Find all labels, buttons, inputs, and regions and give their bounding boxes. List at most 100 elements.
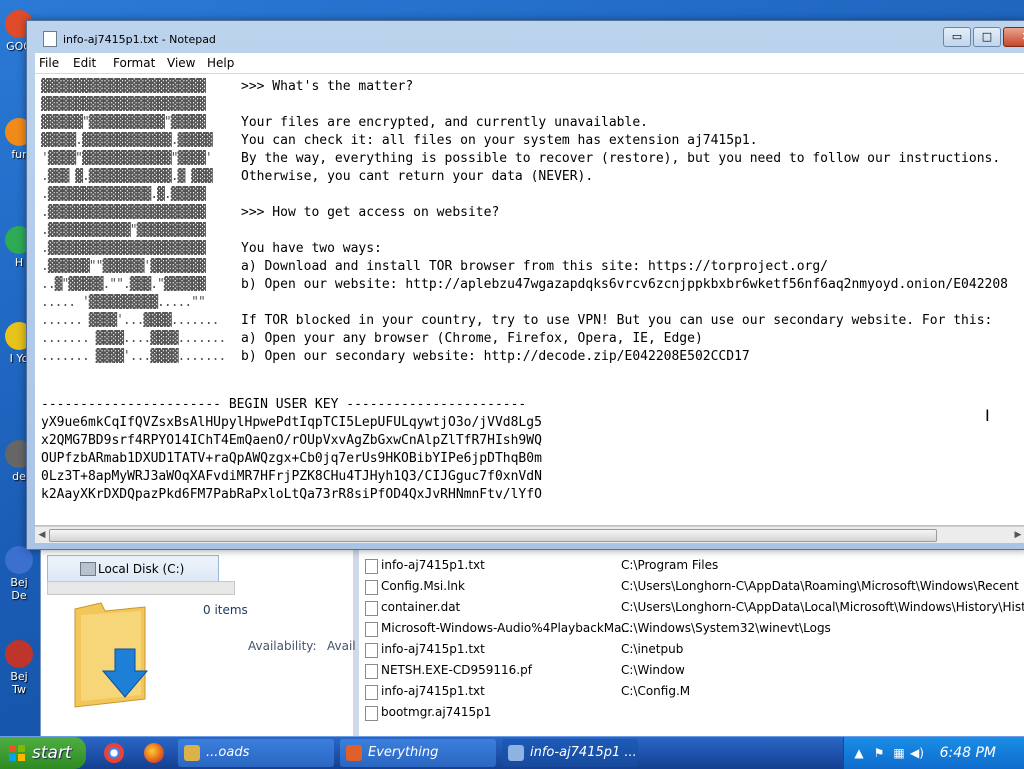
file-path: C:\Windows\System32\winevt\Logs (621, 621, 831, 635)
ransom-note-text: a) Open your any browser (Chrome, Firefo… (241, 331, 703, 346)
ascii-art-fragment: .▓▓▓▓▓▓▓▓▓▓▓▓"▓▓▓▓▓▓▓▓▓▓ (41, 223, 206, 238)
text-line: ..... '▓▓▓▓▓▓▓▓▓▓....."" (41, 294, 206, 312)
file-row[interactable]: info-aj7415p1.txt C:\Config.M (359, 681, 1024, 702)
user-key-line: 0Lz3T+8apMyWRJ3aWOqXAFvdiMR7HFrjPZK8CHu4… (41, 469, 542, 484)
ascii-art-fragment: '▓▓▓▓"▓▓▓▓▓▓▓▓▓▓▓▓▓"▓▓▓▓' (41, 151, 213, 166)
download-folder-icon (74, 602, 149, 708)
ascii-art-fragment: ....... ▓▓▓▓'...▓▓▓▓....... (41, 349, 226, 364)
start-button[interactable]: start (0, 737, 86, 769)
nav-scrollbar[interactable] (47, 581, 235, 595)
user-key-line: k2AayXKrDXDQpazPkd6FM7PabRaPxloLtQa73rR8… (41, 487, 542, 502)
ascii-art-fragment: ▓▓▓▓▓▓"▓▓▓▓▓▓▓▓▓▓▓"▓▓▓▓▓ (41, 115, 206, 130)
scroll-left-icon[interactable]: ◀ (36, 529, 48, 541)
text-line: .▓▓▓▓▓▓▓▓▓▓▓▓"▓▓▓▓▓▓▓▓▓▓ (41, 222, 206, 240)
user-key-header: ----------------------- BEGIN USER KEY -… (41, 397, 527, 412)
file-row[interactable]: NETSH.EXE-CD959116.pf C:\Window (359, 660, 1024, 681)
scrollbar-thumb[interactable] (49, 529, 937, 542)
user-key-line: yX9ue6mkCqIfQVZsxBsAlHUpylHpwePdtIqpTCI5… (41, 415, 542, 430)
scroll-right-icon[interactable]: ▶ (1012, 529, 1024, 541)
ibeam-cursor-icon: I (985, 406, 990, 425)
text-line: ▓▓▓▓▓▓▓▓▓▓▓▓▓▓▓▓▓▓▓▓▓▓▓▓ >>> What's the m… (41, 78, 413, 96)
menu-format[interactable]: Format (113, 56, 155, 70)
menu-view[interactable]: View (167, 56, 195, 70)
minimize-button[interactable]: ▭ (943, 27, 971, 47)
ransom-note-text: Your files are encrypted, and currently … (241, 115, 648, 130)
horizontal-scrollbar[interactable]: ◀ ▶ (35, 526, 1024, 543)
file-row[interactable]: Microsoft-Windows-Audio%4PlaybackMa... C:… (359, 618, 1024, 639)
app-icon (184, 745, 200, 761)
text-line: ▓▓▓▓▓▓"▓▓▓▓▓▓▓▓▓▓▓"▓▓▓▓▓ Your files are e… (41, 114, 648, 132)
arrow-up-icon[interactable]: ▲ (852, 746, 866, 760)
text-line: .▓▓▓▓▓▓""▓▓▓▓▓▓'▓▓▓▓▓▓▓▓ a) Download and … (41, 258, 828, 276)
nav-item-local-disk[interactable]: Local Disk (C:) (47, 555, 219, 583)
menu-file[interactable]: File (39, 56, 59, 70)
taskbar-button[interactable]: Everything (340, 739, 496, 767)
maximize-button[interactable]: □ (973, 27, 1001, 47)
taskbar: start ...oads Everything info-aj7415p1 ...… (0, 736, 1024, 769)
file-name: info-aj7415p1.txt (381, 684, 485, 698)
text-line: ▓▓▓▓▓▓▓▓▓▓▓▓▓▓▓▓▓▓▓▓▓▓▓▓ (41, 96, 206, 114)
file-icon (365, 559, 378, 574)
menu-bar: File Edit Format View Help (35, 53, 1024, 74)
network-icon[interactable]: ▦ (892, 746, 906, 760)
flag-icon[interactable]: ⚑ (872, 746, 886, 760)
ransom-note-text: a) Download and install TOR browser from… (241, 259, 828, 274)
clock[interactable]: 6:48 PM (940, 745, 996, 761)
file-path: C:\Window (621, 663, 685, 677)
ransom-note-text: If TOR blocked in your country, try to u… (241, 313, 993, 328)
taskbar-button[interactable]: info-aj7415p1 ... (502, 739, 638, 767)
ascii-art-fragment: ▓▓▓▓▓▓▓▓▓▓▓▓▓▓▓▓▓▓▓▓▓▓▓▓ (41, 79, 206, 94)
ascii-art-fragment: ..▓"▓▓▓▓▓."".▓▓▓."▓▓▓▓▓▓ (41, 277, 206, 292)
file-row[interactable]: bootmgr.aj7415p1 (359, 702, 1024, 723)
desktop-shortcut[interactable]: Bej Tw (4, 640, 34, 696)
volume-icon[interactable]: ◀) (910, 746, 924, 760)
file-row[interactable]: info-aj7415p1.txt C:\Program Files (359, 555, 1024, 576)
file-row[interactable]: Config.Msi.lnk C:\Users\Longhorn-C\AppDat… (359, 576, 1024, 597)
ransom-note-text: You can check it: all files on your syst… (241, 133, 758, 148)
ascii-art-fragment: ▓▓▓▓▓▓▓▓▓▓▓▓▓▓▓▓▓▓▓▓▓▓▓▓ (41, 97, 206, 112)
user-key-line: OUPfzbARmab1DXUD1TATV+raQpAWQzgx+Cb0jq7e… (41, 451, 542, 466)
file-row[interactable]: info-aj7415p1.txt C:\inetpub (359, 639, 1024, 660)
ascii-art-fragment: .▓▓▓▓▓▓""▓▓▓▓▓▓'▓▓▓▓▓▓▓▓ (41, 259, 206, 274)
app-icon (508, 745, 524, 761)
ransom-note-text: >>> What's the matter? (241, 79, 414, 94)
ascii-art-fragment: .▓▓▓▓▓▓▓▓▓▓▓▓▓▓▓▓▓▓▓▓▓▓▓ (41, 205, 206, 220)
chrome-icon[interactable] (104, 743, 124, 763)
file-name: info-aj7415p1.txt (381, 558, 485, 572)
file-icon (365, 685, 378, 700)
taskbar-button-label: Everything (368, 745, 439, 760)
text-line: .▓▓▓▓▓▓▓▓▓▓▓▓▓▓▓▓▓▓▓▓▓▓▓ >>> How to get a… (41, 204, 499, 222)
notepad-icon (43, 31, 57, 47)
text-line: ▓▓▓▓▓.▓▓▓▓▓▓▓▓▓▓▓▓▓.▓▓▓▓▓ You can check i… (41, 132, 758, 150)
text-line: ....... ▓▓▓▓'...▓▓▓▓....... b) Open our s… (41, 348, 750, 366)
shortcut-label: Bej Tw (10, 670, 28, 696)
ransom-note-text: Otherwise, you cant return your data (NE… (241, 169, 594, 184)
shortcut-icon (5, 640, 33, 668)
nav-item-label: Local Disk (C:) (98, 562, 185, 576)
file-name: NETSH.EXE-CD959116.pf (381, 663, 532, 677)
file-path: C:\inetpub (621, 642, 684, 656)
items-count: 0 items (203, 603, 248, 617)
ransom-note-text: b) Open our secondary website: http://de… (241, 349, 750, 364)
taskbar-button[interactable]: ...oads (178, 739, 334, 767)
file-name: bootmgr.aj7415p1 (381, 705, 492, 719)
user-key-line: x2QMG7BD9srf4RPYO14IChT4EmQaenO/rOUpVxvA… (41, 433, 542, 448)
menu-edit[interactable]: Edit (73, 56, 96, 70)
taskbar-button-label: info-aj7415p1 ... (530, 745, 637, 760)
text-line: ..▓"▓▓▓▓▓."".▓▓▓."▓▓▓▓▓▓ b) Open our webs… (41, 276, 1008, 294)
file-icon (365, 622, 378, 637)
text-editor[interactable]: ▓▓▓▓▓▓▓▓▓▓▓▓▓▓▓▓▓▓▓▓▓▓▓▓ >>> What's the m… (35, 74, 1024, 525)
file-name: container.dat (381, 600, 461, 614)
menu-help[interactable]: Help (207, 56, 234, 70)
file-icon (365, 601, 378, 616)
file-path: C:\Program Files (621, 558, 719, 572)
file-path: C:\Users\Longhorn-C\AppData\Roaming\Micr… (621, 579, 1019, 593)
close-button[interactable]: ✕ (1003, 27, 1024, 47)
firefox-icon[interactable] (144, 743, 164, 763)
search-results-list: info-aj7415p1.txt C:\Program Files Config.… (359, 541, 1024, 737)
desktop-shortcut[interactable]: Bej De (4, 546, 34, 602)
file-row[interactable]: container.dat C:\Users\Longhorn-C\AppData… (359, 597, 1024, 618)
file-path: C:\Config.M (621, 684, 691, 698)
explorer-nav-pane: Local Disk (C:) 0 items Availability: Av… (41, 541, 359, 737)
shortcut-label: Bej De (10, 576, 28, 602)
